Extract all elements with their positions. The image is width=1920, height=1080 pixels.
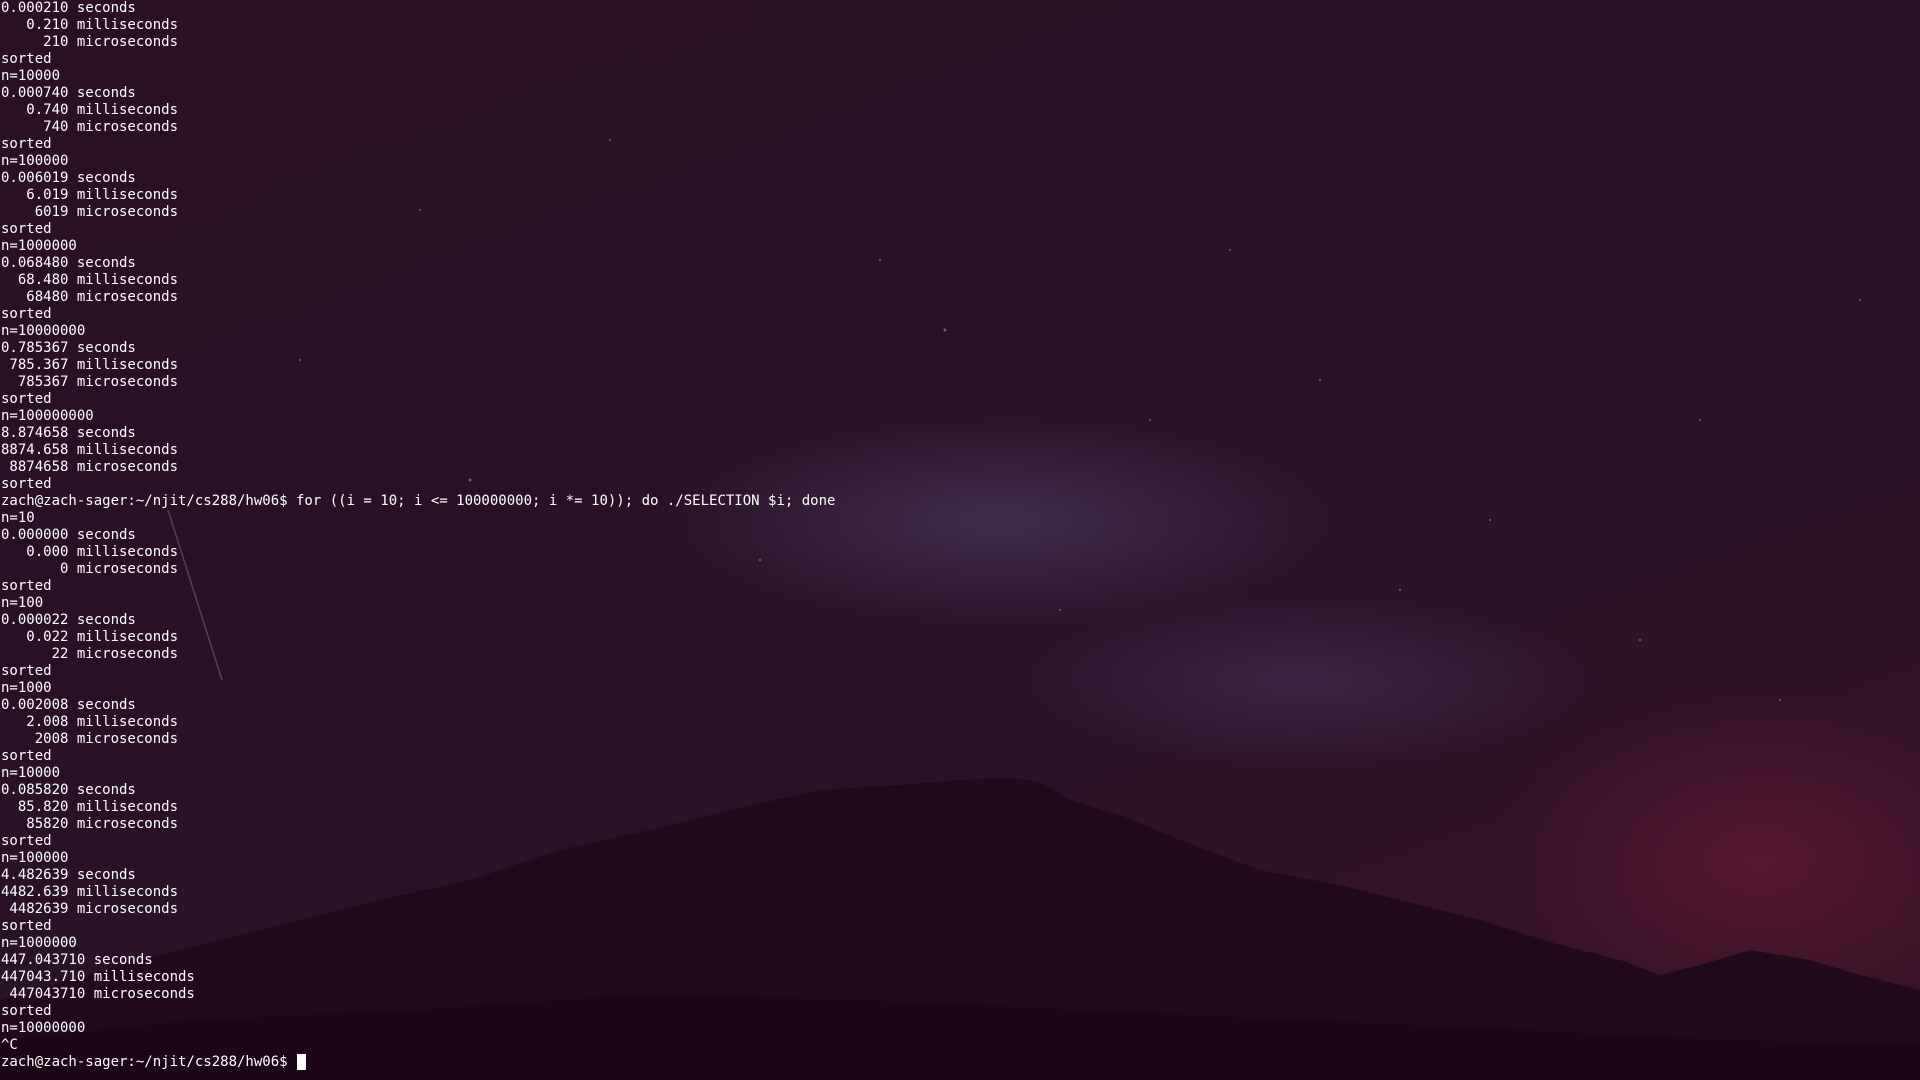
prompt-line[interactable]: zach@zach-sager:~/njit/cs288/hw06$: [1, 1054, 1920, 1071]
terminal-line: 8874658 microseconds: [1, 459, 179, 475]
terminal-line: sorted: [1, 1003, 52, 1019]
terminal-line: 447043710 microseconds: [1, 986, 195, 1002]
terminal-line: 6.019 milliseconds: [1, 187, 179, 203]
terminal-line: n=10000: [1, 68, 61, 84]
terminal-line: 0.002008 seconds: [1, 697, 136, 713]
terminal-line: 85.820 milliseconds: [1, 799, 179, 815]
terminal-line: sorted: [1, 391, 52, 407]
terminal-line: n=10: [1, 510, 35, 526]
terminal-window[interactable]: 0.000210 seconds 0.210 milliseconds 210 …: [0, 0, 1920, 1080]
terminal-line: 740 microseconds: [1, 119, 179, 135]
terminal-line: 6019 microseconds: [1, 204, 179, 220]
terminal-line: 0.000740 seconds: [1, 85, 136, 101]
terminal-line: sorted: [1, 578, 52, 594]
terminal-line: 4.482639 seconds: [1, 867, 136, 883]
terminal-line: 0.000000 seconds: [1, 527, 136, 543]
terminal-line: 0 microseconds: [1, 561, 179, 577]
terminal-line: n=10000: [1, 765, 61, 781]
terminal-line: 447043.710 milliseconds: [1, 969, 195, 985]
shell-prompt: zach@zach-sager:~/njit/cs288/hw06$: [1, 1054, 297, 1070]
terminal-line: 85820 microseconds: [1, 816, 179, 832]
terminal-line: 0.006019 seconds: [1, 170, 136, 186]
terminal-line: 0.085820 seconds: [1, 782, 136, 798]
terminal-line: sorted: [1, 221, 52, 237]
terminal-line: 0.785367 seconds: [1, 340, 136, 356]
terminal-line: n=10000000: [1, 323, 86, 339]
terminal-line: n=1000000: [1, 238, 77, 254]
text-cursor[interactable]: [297, 1054, 307, 1070]
terminal-line: sorted: [1, 306, 52, 322]
terminal-line: 68.480 milliseconds: [1, 272, 179, 288]
terminal-line: n=100000000: [1, 408, 94, 424]
terminal-line: 0.000 milliseconds: [1, 544, 179, 560]
terminal-line: 4482639 microseconds: [1, 901, 179, 917]
terminal-line: 22 microseconds: [1, 646, 179, 662]
terminal-line: sorted: [1, 136, 52, 152]
terminal-line: 0.000210 seconds: [1, 0, 136, 16]
terminal-line: 4482.639 milliseconds: [1, 884, 179, 900]
terminal-line: n=1000000: [1, 935, 77, 951]
terminal-line: 785367 microseconds: [1, 374, 179, 390]
terminal-line: n=100000: [1, 850, 69, 866]
terminal-line: sorted: [1, 476, 52, 492]
terminal-line: 447.043710 seconds: [1, 952, 153, 968]
terminal-line: 0.210 milliseconds: [1, 17, 179, 33]
terminal-line: n=100: [1, 595, 44, 611]
terminal-line: sorted: [1, 663, 52, 679]
terminal-line: sorted: [1, 51, 52, 67]
terminal-line: ^C: [1, 1037, 18, 1053]
terminal-line: sorted: [1, 748, 52, 764]
terminal-line: sorted: [1, 918, 52, 934]
terminal-line: 68480 microseconds: [1, 289, 179, 305]
terminal-line: n=1000: [1, 680, 52, 696]
terminal-line: n=10000000: [1, 1020, 86, 1036]
terminal-line: 210 microseconds: [1, 34, 179, 50]
terminal-line: 8874.658 milliseconds: [1, 442, 179, 458]
terminal-line: sorted: [1, 833, 52, 849]
terminal-output: 0.000210 seconds 0.210 milliseconds 210 …: [0, 0, 1920, 1071]
terminal-line: n=100000: [1, 153, 69, 169]
terminal-line: 0.000022 seconds: [1, 612, 136, 628]
terminal-line: 2.008 milliseconds: [1, 714, 179, 730]
terminal-line: 2008 microseconds: [1, 731, 179, 747]
terminal-line: 0.740 milliseconds: [1, 102, 179, 118]
command-line: zach@zach-sager:~/njit/cs288/hw06$ for (…: [1, 493, 836, 509]
terminal-line: 785.367 milliseconds: [1, 357, 179, 373]
terminal-line: 0.068480 seconds: [1, 255, 136, 271]
terminal-line: 8.874658 seconds: [1, 425, 136, 441]
terminal-line: 0.022 milliseconds: [1, 629, 179, 645]
